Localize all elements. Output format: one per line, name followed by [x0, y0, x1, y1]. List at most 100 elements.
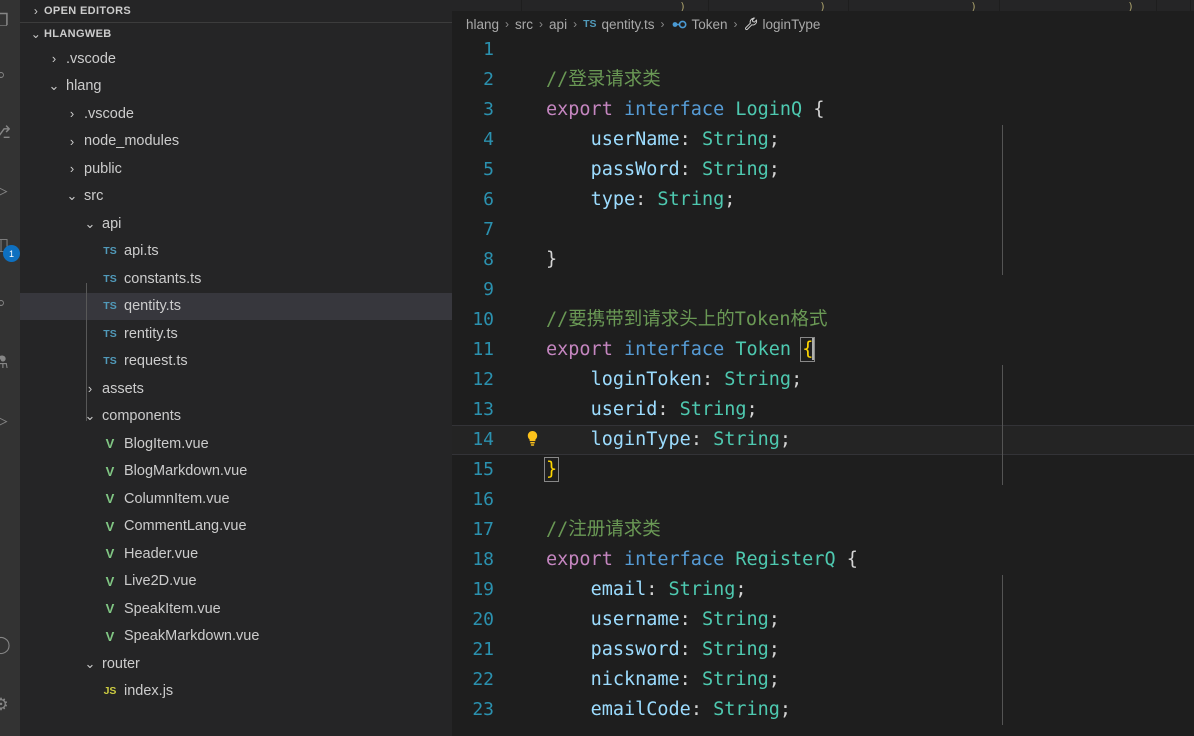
- tree-item-label: .vscode: [66, 50, 116, 67]
- workspace-header[interactable]: ⌄ HLANGWEB: [20, 23, 452, 45]
- docker-icon[interactable]: ▷: [0, 406, 16, 436]
- tree-item-node-modules[interactable]: › node_modules: [20, 128, 452, 156]
- editor-tab[interactable]: ): [849, 0, 1000, 11]
- editor-tab[interactable]: ): [522, 0, 709, 11]
- code-text: }: [543, 455, 1194, 485]
- code-token: ;: [768, 129, 780, 150]
- code-line[interactable]: 9: [452, 275, 1194, 305]
- code-line[interactable]: 23 emailCode: String;: [452, 695, 1194, 725]
- tree-item-label: BlogItem.vue: [124, 435, 209, 452]
- tree-item-index-js[interactable]: JS index.js: [20, 678, 452, 706]
- remote-explorer-icon[interactable]: ⌕: [0, 288, 16, 318]
- code-line[interactable]: 12 loginToken: String;: [452, 365, 1194, 395]
- editor-tab[interactable]: ): [709, 0, 849, 11]
- breadcrumb-item-qentity-ts[interactable]: TS qentity.ts: [583, 17, 654, 32]
- code-line[interactable]: 5 passWord: String;: [452, 155, 1194, 185]
- code-line[interactable]: 14 loginType: String;: [452, 425, 1194, 455]
- tree-item-hlang[interactable]: ⌄ hlang: [20, 73, 452, 101]
- tree-item-columnitem-vue[interactable]: V ColumnItem.vue: [20, 485, 452, 513]
- vue-file-icon: V: [105, 546, 115, 562]
- explorer-icon[interactable]: ❐: [0, 6, 16, 36]
- bracket-match: {: [800, 337, 816, 362]
- code-text: //注册请求类: [546, 515, 1194, 545]
- source-control-icon[interactable]: ⎇: [0, 118, 16, 148]
- testing-icon[interactable]: ⚗: [0, 348, 16, 378]
- editor-tab[interactable]: [452, 0, 522, 11]
- tree-item-rentity-ts[interactable]: TS rentity.ts: [20, 320, 452, 348]
- tree-item-api[interactable]: ⌄ api: [20, 210, 452, 238]
- code-line[interactable]: 22 nickname: String;: [452, 665, 1194, 695]
- search-icon[interactable]: ⌕: [0, 60, 16, 90]
- editor-tab-bar[interactable]: )))): [452, 0, 1194, 11]
- line-number: 4: [483, 129, 494, 150]
- breadcrumb-item-api[interactable]: api: [549, 17, 567, 32]
- tree-item--vscode[interactable]: › .vscode: [20, 100, 452, 128]
- tree-item-assets[interactable]: › assets: [20, 375, 452, 403]
- tree-item-blogmarkdown-vue[interactable]: V BlogMarkdown.vue: [20, 458, 452, 486]
- indent-guide: [1002, 365, 1003, 485]
- breadcrumb-item-src[interactable]: src: [515, 17, 533, 32]
- code-line[interactable]: 16: [452, 485, 1194, 515]
- code-line[interactable]: 8}: [452, 245, 1194, 275]
- code-line[interactable]: 13 userid: String;: [452, 395, 1194, 425]
- tree-item-request-ts[interactable]: TS request.ts: [20, 348, 452, 376]
- code-line[interactable]: 1: [452, 35, 1194, 65]
- code-token: //要携带到请求头上的Token格式: [546, 309, 828, 330]
- code-line[interactable]: 10 //要携带到请求头上的Token格式: [452, 305, 1194, 335]
- settings-gear-icon[interactable]: ⚙: [0, 690, 16, 720]
- breadcrumb-item-hlang[interactable]: hlang: [466, 17, 499, 32]
- code-line[interactable]: 6 type: String;: [452, 185, 1194, 215]
- tree-item--vscode[interactable]: › .vscode: [20, 45, 452, 73]
- code-token: //注册请求类: [546, 519, 661, 540]
- line-number: 7: [483, 219, 494, 240]
- code-line[interactable]: 11 export interface Token {: [452, 335, 1194, 365]
- tree-item-speakmarkdown-vue[interactable]: V SpeakMarkdown.vue: [20, 623, 452, 651]
- tree-item-constants-ts[interactable]: TS constants.ts: [20, 265, 452, 293]
- tree-item-label: public: [84, 160, 122, 177]
- tree-item-src[interactable]: ⌄ src: [20, 183, 452, 211]
- tree-item-label: assets: [102, 380, 144, 397]
- tree-item-router[interactable]: ⌄ router: [20, 650, 452, 678]
- tree-item-blogitem-vue[interactable]: V BlogItem.vue: [20, 430, 452, 458]
- breadcrumb-item-logintype[interactable]: loginType: [744, 17, 820, 32]
- code-line[interactable]: 3 export interface LoginQ {: [452, 95, 1194, 125]
- code-editor[interactable]: 1 2//登录请求类 3 export interface LoginQ {4 use…: [452, 35, 1194, 736]
- tree-item-commentlang-vue[interactable]: V CommentLang.vue: [20, 513, 452, 541]
- account-icon[interactable]: ◯: [0, 630, 16, 660]
- run-debug-icon[interactable]: ▷: [0, 176, 16, 206]
- code-line[interactable]: 20 username: String;: [452, 605, 1194, 635]
- tree-item-api-ts[interactable]: TS api.ts: [20, 238, 452, 266]
- code-line[interactable]: 17 //注册请求类: [452, 515, 1194, 545]
- open-editors-header[interactable]: › OPEN EDITORS: [20, 0, 452, 22]
- tree-item-live2d-vue[interactable]: V Live2D.vue: [20, 568, 452, 596]
- code-token: Token: [735, 339, 792, 360]
- tree-item-speakitem-vue[interactable]: V SpeakItem.vue: [20, 595, 452, 623]
- code-line[interactable]: 4 userName: String;: [452, 125, 1194, 155]
- tab-label-clipped: ): [1127, 0, 1134, 11]
- editor-tab[interactable]: [1157, 0, 1191, 11]
- code-line[interactable]: 19 email: String;: [452, 575, 1194, 605]
- tree-item-qentity-ts[interactable]: TS qentity.ts: [20, 292, 452, 320]
- code-line[interactable]: 2 //登录请求类: [452, 65, 1194, 95]
- code-line[interactable]: 18 export interface RegisterQ {: [452, 545, 1194, 575]
- code-token: {: [835, 549, 858, 570]
- line-number: 15: [472, 459, 494, 480]
- code-line[interactable]: 15}: [452, 455, 1194, 485]
- tree-item-components[interactable]: ⌄ components: [20, 403, 452, 431]
- breadcrumb[interactable]: hlang › src › api › TS qentity.ts › Token › loginTy…: [452, 13, 1194, 35]
- editor-tab[interactable]: ): [1000, 0, 1157, 11]
- tree-item-header-vue[interactable]: V Header.vue: [20, 540, 452, 568]
- quick-fix-lightbulb-icon[interactable]: [526, 430, 539, 450]
- tree-item-public[interactable]: › public: [20, 155, 452, 183]
- code-line[interactable]: 21 password: String;: [452, 635, 1194, 665]
- code-text: email: String;: [546, 575, 1194, 605]
- code-text: userid: String;: [546, 395, 1194, 425]
- breadcrumb-item-token[interactable]: Token: [671, 17, 728, 32]
- code-line[interactable]: 7: [452, 215, 1194, 245]
